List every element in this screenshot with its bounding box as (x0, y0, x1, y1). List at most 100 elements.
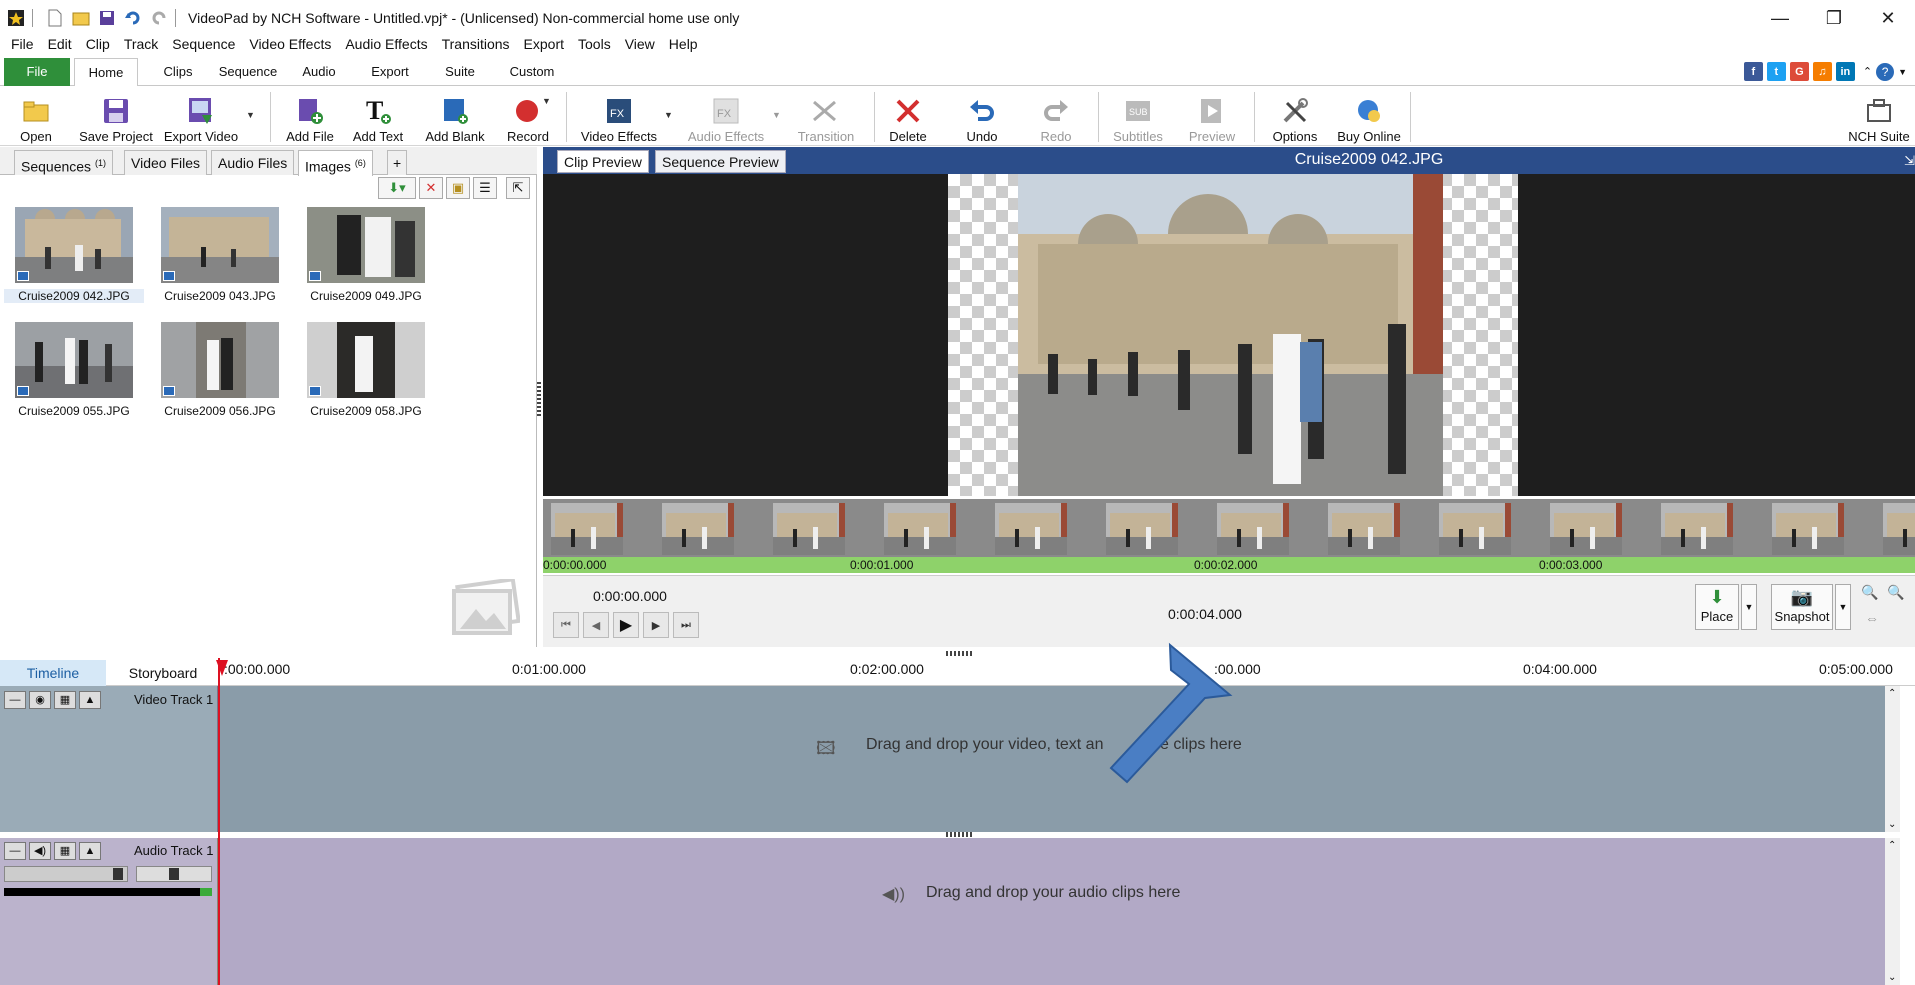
blend-icon[interactable]: ▦ (54, 691, 76, 709)
snapshot-dropdown-icon[interactable]: ▼ (1835, 584, 1851, 630)
list-view-icon[interactable]: ☰ (473, 177, 497, 199)
export-dropdown-icon[interactable]: ▼ (246, 110, 255, 120)
help-dropdown-icon[interactable]: ▼ (1898, 67, 1907, 77)
menu-transitions[interactable]: Transitions (435, 36, 517, 52)
zoom-in-icon[interactable]: 🔍 (1887, 584, 1904, 601)
tab-audio[interactable]: Audio (290, 58, 348, 86)
image-thumbnail[interactable]: Cruise2009 055.JPG (4, 322, 144, 418)
menu-tools[interactable]: Tools (571, 36, 618, 52)
open-button[interactable]: Open (14, 90, 58, 144)
delete-button[interactable]: Delete (884, 90, 932, 144)
play-icon[interactable]: ▶ (613, 612, 639, 638)
place-dropdown-icon[interactable]: ▼ (1741, 584, 1757, 630)
previous-frame-icon[interactable]: ◀ (583, 612, 609, 638)
pan-slider-handle[interactable] (169, 868, 179, 880)
video-effects-dropdown-icon[interactable]: ▼ (664, 110, 673, 120)
lock-icon[interactable]: ▲ (79, 842, 101, 860)
tab-sequences[interactable]: Sequences (1) (14, 150, 113, 175)
options-button[interactable]: Options (1264, 90, 1326, 144)
tab-export[interactable]: Export (360, 58, 420, 86)
tab-audio-files[interactable]: Audio Files (211, 150, 295, 175)
image-thumbnail[interactable]: Cruise2009 058.JPG (296, 322, 436, 418)
minimize-button[interactable]: — (1753, 0, 1807, 36)
tab-sequence[interactable]: Sequence (212, 58, 284, 86)
tab-images[interactable]: Images (6) (298, 150, 373, 176)
scroll-down-icon[interactable]: ⌄ (1888, 972, 1896, 983)
zoom-out-icon[interactable]: 🔍 (1861, 584, 1878, 601)
video-track-scrollbar[interactable]: ⌃ ⌄ (1885, 686, 1900, 832)
tab-clips[interactable]: Clips (150, 58, 206, 86)
image-thumbnail[interactable]: Cruise2009 042.JPG (4, 207, 144, 303)
menu-clip[interactable]: Clip (79, 36, 117, 52)
add-bin-tab-button[interactable]: + (387, 150, 408, 175)
menu-edit[interactable]: Edit (41, 36, 79, 52)
menu-help[interactable]: Help (662, 36, 705, 52)
twitter-icon[interactable]: t (1766, 62, 1786, 81)
close-button[interactable]: ✕ (1861, 0, 1915, 36)
menu-export[interactable]: Export (517, 36, 571, 52)
add-to-sequence-icon[interactable]: ⬇▾ (378, 177, 416, 199)
menu-audio-effects[interactable]: Audio Effects (338, 36, 434, 52)
remove-icon[interactable]: ✕ (419, 177, 443, 199)
undo-button[interactable]: Undo (958, 90, 1006, 144)
visibility-eye-icon[interactable]: ◉ (29, 691, 51, 709)
open-folder-icon[interactable] (71, 8, 91, 28)
next-frame-icon[interactable]: ▶ (643, 612, 669, 638)
help-icon[interactable]: ? (1876, 62, 1895, 81)
redo-button[interactable]: Redo (1032, 90, 1080, 144)
go-to-start-icon[interactable]: ⏮ (553, 612, 579, 638)
export-video-button[interactable]: Export Video (162, 90, 240, 144)
menu-track[interactable]: Track (117, 36, 165, 52)
image-thumbnail[interactable]: Cruise2009 049.JPG (296, 207, 436, 303)
audio-track-scrollbar[interactable]: ⌃ ⌄ (1885, 838, 1900, 985)
menu-file[interactable]: File (4, 36, 41, 52)
audio-track[interactable]: — ◀) ▦ ▲ Audio Track 1 ◀)) Drag and drop yo… (0, 838, 1900, 985)
scroll-down-icon[interactable]: ⌄ (1888, 819, 1896, 830)
blend-icon[interactable]: ▦ (54, 842, 76, 860)
add-file-button[interactable]: Add File (282, 90, 338, 144)
tab-timeline[interactable]: Timeline (0, 660, 106, 686)
soundcloud-icon[interactable]: ♫ (1812, 62, 1832, 81)
buy-online-button[interactable]: Buy Online (1334, 90, 1404, 144)
restore-button[interactable]: ❐ (1807, 0, 1861, 36)
go-to-end-icon[interactable]: ⏭ (673, 612, 699, 638)
menu-view[interactable]: View (618, 36, 662, 52)
video-track[interactable]: — ◉ ▦ ▲ Video Track 1 🖾 Drag and drop your … (0, 686, 1900, 832)
place-button[interactable]: ⬇ Place (1695, 584, 1739, 630)
pan-slider[interactable] (136, 866, 212, 882)
image-thumbnail[interactable]: Cruise2009 056.JPG (150, 322, 290, 418)
save-icon[interactable] (97, 8, 117, 28)
scroll-up-icon[interactable]: ⌃ (1888, 840, 1896, 851)
track-splitter[interactable] (946, 832, 974, 837)
tab-custom[interactable]: Custom (500, 58, 564, 86)
volume-slider-handle[interactable] (113, 868, 123, 880)
subtitles-button[interactable]: SUB Subtitles (1108, 90, 1168, 144)
snapshot-button[interactable]: 📷 Snapshot (1771, 584, 1833, 630)
timeline-playhead[interactable] (218, 658, 220, 985)
undock-icon[interactable]: ⇱ (506, 177, 530, 199)
image-thumbnail[interactable]: Cruise2009 043.JPG (150, 207, 290, 303)
tab-video-files[interactable]: Video Files (124, 150, 208, 175)
add-blank-button[interactable]: Add Blank (420, 90, 490, 144)
linkedin-icon[interactable]: in (1835, 62, 1855, 81)
undock-preview-icon[interactable]: ⇲ (1904, 153, 1915, 169)
tab-storyboard[interactable]: Storyboard (110, 660, 216, 686)
speaker-icon[interactable]: ◀) (29, 842, 51, 860)
collapse-ribbon-icon[interactable]: ⌃ (1863, 65, 1872, 78)
facebook-icon[interactable]: f (1743, 62, 1763, 81)
new-folder-icon[interactable]: ▣ (446, 177, 470, 199)
add-text-button[interactable]: T Add Text (348, 90, 408, 144)
nch-suite-button[interactable]: NCH Suite (1846, 90, 1912, 144)
audio-effects-dropdown-icon[interactable]: ▼ (772, 110, 781, 120)
redo-icon[interactable] (149, 8, 169, 28)
collapse-track-icon[interactable]: — (4, 842, 26, 860)
tab-home[interactable]: Home (74, 58, 138, 87)
tab-suite[interactable]: Suite (432, 58, 488, 86)
lock-icon[interactable]: ▲ (79, 691, 101, 709)
collapse-track-icon[interactable]: — (4, 691, 26, 709)
undo-icon[interactable] (123, 8, 143, 28)
volume-slider[interactable] (4, 866, 128, 882)
vertical-splitter[interactable] (537, 380, 541, 416)
record-dropdown-icon[interactable]: ▼ (542, 96, 551, 106)
transition-button[interactable]: Transition (790, 90, 862, 144)
